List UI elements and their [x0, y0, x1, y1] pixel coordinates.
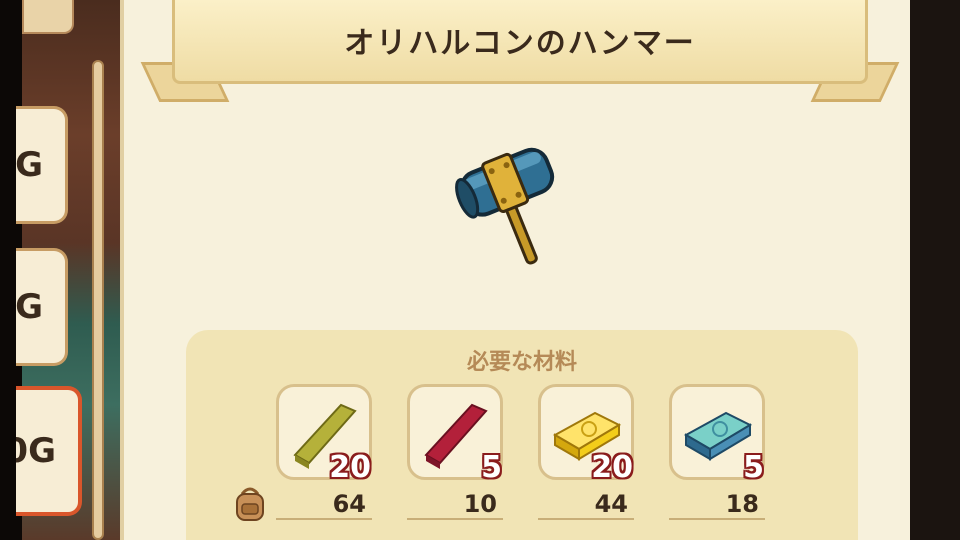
- shop-item-card-1[interactable]: G: [16, 106, 68, 224]
- right-screen-edge: [910, 0, 960, 540]
- title-banner: オリハルコンのハンマー: [140, 0, 900, 102]
- materials-heading: 必要な材料: [466, 350, 577, 375]
- required-quantity: 20: [591, 450, 633, 485]
- item-title: オリハルコンのハンマー: [344, 26, 696, 61]
- required-quantity: 5: [481, 450, 502, 485]
- owned-quantity-red-bar: 10: [407, 490, 503, 520]
- price-label: 0G: [16, 431, 56, 471]
- list-scrollbar[interactable]: [92, 60, 104, 540]
- required-quantity: 5: [743, 450, 764, 485]
- owned-quantity-gold-ingot: 44: [538, 490, 634, 520]
- shop-item-card-3-selected[interactable]: 0G: [16, 386, 82, 516]
- required-quantity: 20: [329, 450, 371, 485]
- owned-quantity-green-bar: 64: [276, 490, 372, 520]
- backpack-icon: [232, 484, 268, 528]
- materials-section: 必要な材料 20 5 20 5 64 10 44 18: [186, 330, 858, 540]
- material-slot-green-bar[interactable]: 20: [276, 384, 372, 485]
- owned-quantity-blue-ingot: 18: [669, 490, 765, 520]
- material-slot-blue-ingot[interactable]: 5: [669, 384, 765, 485]
- shop-item-card-2[interactable]: G: [16, 248, 68, 366]
- material-slot-red-bar[interactable]: 5: [407, 384, 503, 485]
- price-label: G: [16, 287, 43, 327]
- list-top-card[interactable]: [22, 0, 74, 34]
- orichalcum-hammer-icon: [455, 140, 575, 274]
- price-label: G: [16, 145, 43, 185]
- material-slot-gold-ingot[interactable]: 20: [538, 384, 634, 485]
